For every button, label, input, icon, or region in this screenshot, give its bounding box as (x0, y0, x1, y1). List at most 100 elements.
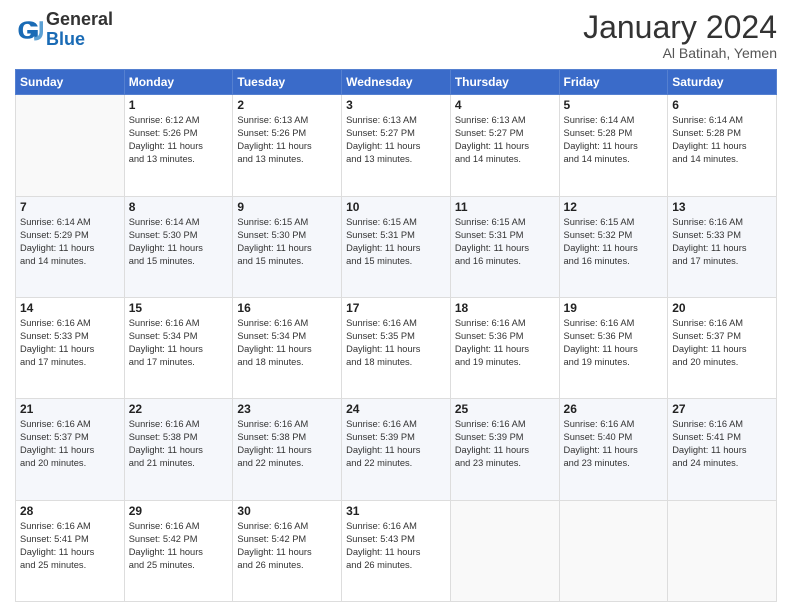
day-number: 31 (346, 504, 446, 518)
col-sunday: Sunday (16, 70, 125, 95)
day-detail: Sunrise: 6:16 AMSunset: 5:37 PMDaylight:… (20, 418, 120, 470)
table-row: 23 Sunrise: 6:16 AMSunset: 5:38 PMDayligh… (233, 399, 342, 500)
logo-icon (15, 16, 43, 44)
day-detail: Sunrise: 6:16 AMSunset: 5:41 PMDaylight:… (20, 520, 120, 572)
col-monday: Monday (124, 70, 233, 95)
table-row: 22Sunrise: 6:16 AMSunset: 5:38 PMDayligh… (124, 399, 233, 500)
day-number: 15 (129, 301, 229, 315)
table-row: 25Sunrise: 6:16 AMSunset: 5:39 PMDayligh… (450, 399, 559, 500)
table-row: 8 Sunrise: 6:14 AMSunset: 5:30 PMDaylight… (124, 196, 233, 297)
table-row: 5 Sunrise: 6:14 AMSunset: 5:28 PMDaylight… (559, 95, 668, 196)
calendar-week-1: 1 Sunrise: 6:12 AMSunset: 5:26 PMDaylight… (16, 95, 777, 196)
day-detail: Sunrise: 6:16 AMSunset: 5:34 PMDaylight:… (129, 317, 229, 369)
table-row: 4Sunrise: 6:13 AMSunset: 5:27 PMDaylight… (450, 95, 559, 196)
day-number: 27 (672, 402, 772, 416)
day-detail: Sunrise: 6:14 AMSunset: 5:29 PMDaylight:… (20, 216, 120, 268)
table-row: 1 Sunrise: 6:12 AMSunset: 5:26 PMDaylight… (124, 95, 233, 196)
day-detail: Sunrise: 6:12 AMSunset: 5:26 PMDaylight:… (129, 114, 229, 166)
col-friday: Friday (559, 70, 668, 95)
day-number: 12 (564, 200, 664, 214)
day-number: 20 (672, 301, 772, 315)
page: General Blue January 2024 Al Batinah, Ye… (0, 0, 792, 612)
day-detail: Sunrise: 6:16 AMSunset: 5:37 PMDaylight:… (672, 317, 772, 369)
table-row: 3Sunrise: 6:13 AMSunset: 5:27 PMDaylight… (342, 95, 451, 196)
day-number: 8 (129, 200, 229, 214)
table-row: 9 Sunrise: 6:15 AMSunset: 5:30 PMDaylight… (233, 196, 342, 297)
table-row: 26Sunrise: 6:16 AMSunset: 5:40 PMDayligh… (559, 399, 668, 500)
day-number: 17 (346, 301, 446, 315)
day-detail: Sunrise: 6:16 AMSunset: 5:41 PMDaylight:… (672, 418, 772, 470)
header: General Blue January 2024 Al Batinah, Ye… (15, 10, 777, 61)
day-detail: Sunrise: 6:16 AMSunset: 5:38 PMDaylight:… (237, 418, 337, 470)
table-row: 2 Sunrise: 6:13 AMSunset: 5:26 PMDaylight… (233, 95, 342, 196)
day-number: 5 (564, 98, 664, 112)
table-row: 17 Sunrise: 6:16 AMSunset: 5:35 PMDayligh… (342, 297, 451, 398)
day-detail: Sunrise: 6:16 AMSunset: 5:34 PMDaylight:… (237, 317, 337, 369)
table-row: 29 Sunrise: 6:16 AMSunset: 5:42 PMDayligh… (124, 500, 233, 601)
day-number: 16 (237, 301, 337, 315)
table-row (559, 500, 668, 601)
day-number: 2 (237, 98, 337, 112)
calendar-week-2: 7 Sunrise: 6:14 AMSunset: 5:29 PMDaylight… (16, 196, 777, 297)
day-detail: Sunrise: 6:16 AMSunset: 5:36 PMDaylight:… (564, 317, 664, 369)
col-thursday: Thursday (450, 70, 559, 95)
table-row: 18Sunrise: 6:16 AMSunset: 5:36 PMDayligh… (450, 297, 559, 398)
day-number: 6 (672, 98, 772, 112)
day-number: 22 (129, 402, 229, 416)
calendar-week-5: 28Sunrise: 6:16 AMSunset: 5:41 PMDayligh… (16, 500, 777, 601)
day-number: 19 (564, 301, 664, 315)
table-row: 21 Sunrise: 6:16 AMSunset: 5:37 PMDayligh… (16, 399, 125, 500)
logo-blue: Blue (46, 29, 85, 49)
title-block: January 2024 Al Batinah, Yemen (583, 10, 777, 61)
table-row: 28Sunrise: 6:16 AMSunset: 5:41 PMDayligh… (16, 500, 125, 601)
day-number: 23 (237, 402, 337, 416)
day-number: 13 (672, 200, 772, 214)
day-detail: Sunrise: 6:16 AMSunset: 5:33 PMDaylight:… (20, 317, 120, 369)
table-row: 19 Sunrise: 6:16 AMSunset: 5:36 PMDayligh… (559, 297, 668, 398)
logo-wordmark: General Blue (46, 10, 113, 50)
calendar-table: Sunday Monday Tuesday Wednesday Thursday… (15, 69, 777, 602)
day-detail: Sunrise: 6:15 AMSunset: 5:31 PMDaylight:… (346, 216, 446, 268)
col-saturday: Saturday (668, 70, 777, 95)
table-row: 13Sunrise: 6:16 AMSunset: 5:33 PMDayligh… (668, 196, 777, 297)
table-row: 20 Sunrise: 6:16 AMSunset: 5:37 PMDayligh… (668, 297, 777, 398)
table-row: 6 Sunrise: 6:14 AMSunset: 5:28 PMDaylight… (668, 95, 777, 196)
table-row: 30 Sunrise: 6:16 AMSunset: 5:42 PMDayligh… (233, 500, 342, 601)
location-subtitle: Al Batinah, Yemen (583, 45, 777, 61)
day-detail: Sunrise: 6:14 AMSunset: 5:28 PMDaylight:… (672, 114, 772, 166)
day-detail: Sunrise: 6:13 AMSunset: 5:27 PMDaylight:… (346, 114, 446, 166)
calendar-header-row: Sunday Monday Tuesday Wednesday Thursday… (16, 70, 777, 95)
day-detail: Sunrise: 6:16 AMSunset: 5:43 PMDaylight:… (346, 520, 446, 572)
day-detail: Sunrise: 6:14 AMSunset: 5:30 PMDaylight:… (129, 216, 229, 268)
table-row: 10Sunrise: 6:15 AMSunset: 5:31 PMDayligh… (342, 196, 451, 297)
table-row (668, 500, 777, 601)
day-detail: Sunrise: 6:14 AMSunset: 5:28 PMDaylight:… (564, 114, 664, 166)
day-detail: Sunrise: 6:16 AMSunset: 5:36 PMDaylight:… (455, 317, 555, 369)
table-row: 31 Sunrise: 6:16 AMSunset: 5:43 PMDayligh… (342, 500, 451, 601)
table-row: 15 Sunrise: 6:16 AMSunset: 5:34 PMDayligh… (124, 297, 233, 398)
day-detail: Sunrise: 6:13 AMSunset: 5:26 PMDaylight:… (237, 114, 337, 166)
day-detail: Sunrise: 6:16 AMSunset: 5:35 PMDaylight:… (346, 317, 446, 369)
day-number: 9 (237, 200, 337, 214)
day-number: 21 (20, 402, 120, 416)
calendar-week-3: 14 Sunrise: 6:16 AMSunset: 5:33 PMDayligh… (16, 297, 777, 398)
day-detail: Sunrise: 6:16 AMSunset: 5:42 PMDaylight:… (237, 520, 337, 572)
day-number: 7 (20, 200, 120, 214)
day-number: 29 (129, 504, 229, 518)
day-detail: Sunrise: 6:15 AMSunset: 5:30 PMDaylight:… (237, 216, 337, 268)
table-row: 7 Sunrise: 6:14 AMSunset: 5:29 PMDaylight… (16, 196, 125, 297)
day-number: 30 (237, 504, 337, 518)
table-row: 12Sunrise: 6:15 AMSunset: 5:32 PMDayligh… (559, 196, 668, 297)
table-row (450, 500, 559, 601)
day-detail: Sunrise: 6:13 AMSunset: 5:27 PMDaylight:… (455, 114, 555, 166)
logo: General Blue (15, 10, 113, 50)
day-detail: Sunrise: 6:16 AMSunset: 5:40 PMDaylight:… (564, 418, 664, 470)
table-row: 16 Sunrise: 6:16 AMSunset: 5:34 PMDayligh… (233, 297, 342, 398)
day-detail: Sunrise: 6:16 AMSunset: 5:39 PMDaylight:… (455, 418, 555, 470)
day-number: 1 (129, 98, 229, 112)
day-number: 11 (455, 200, 555, 214)
day-detail: Sunrise: 6:16 AMSunset: 5:42 PMDaylight:… (129, 520, 229, 572)
day-number: 14 (20, 301, 120, 315)
table-row: 27 Sunrise: 6:16 AMSunset: 5:41 PMDayligh… (668, 399, 777, 500)
table-row: 11Sunrise: 6:15 AMSunset: 5:31 PMDayligh… (450, 196, 559, 297)
